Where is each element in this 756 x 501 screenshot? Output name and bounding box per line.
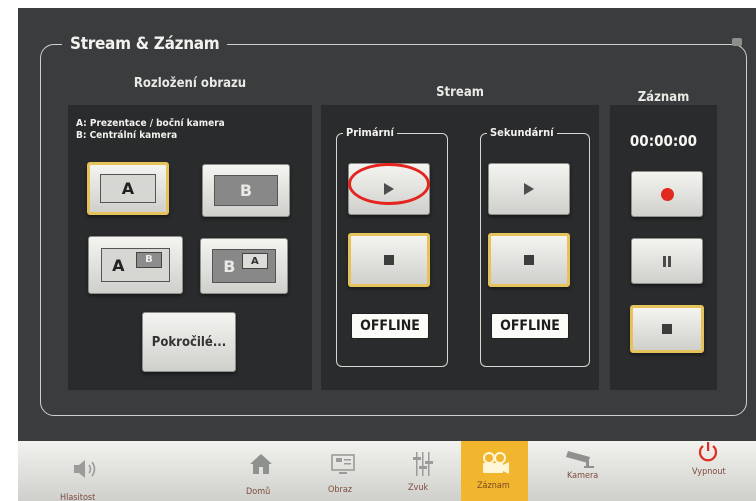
secondary-status-badge: OFFLINE xyxy=(491,313,569,339)
nav-record[interactable]: Záznam xyxy=(461,441,528,501)
bottom-nav: Hlasitost Domů Obraz Zvuk Záznam Kamera … xyxy=(18,441,756,501)
primary-status-badge: OFFLINE xyxy=(351,313,429,339)
nav-power[interactable]: Vypnout xyxy=(668,441,748,501)
highlight-circle xyxy=(348,163,430,205)
stop-icon xyxy=(662,324,672,334)
layout-b-preview: B xyxy=(214,174,278,207)
primary-stream-label: Primární xyxy=(343,126,397,139)
nav-camera[interactable]: Kamera xyxy=(541,441,621,501)
legend-line-a: A: Prezentace / boční kamera xyxy=(76,118,225,129)
nav-image-label: Obraz xyxy=(328,485,353,495)
stop-icon xyxy=(384,255,394,265)
screen-icon xyxy=(331,454,355,474)
layout-a-pip-preview: A B xyxy=(101,247,170,283)
nav-camera-label: Kamera xyxy=(567,471,599,481)
home-icon xyxy=(250,454,272,474)
layout-a-with-b-pip-button[interactable]: A B xyxy=(88,236,183,294)
nav-image[interactable]: Obraz xyxy=(308,441,378,501)
security-camera-icon xyxy=(566,451,594,468)
stop-icon xyxy=(524,255,534,265)
record-icon xyxy=(660,187,674,201)
layout-b-button[interactable]: B xyxy=(202,164,290,217)
nav-volume-label: Hlasitost xyxy=(60,493,96,501)
lock-icon[interactable] xyxy=(732,38,742,46)
layout-a-preview: A xyxy=(99,173,157,204)
speaker-icon xyxy=(74,460,96,478)
advanced-button[interactable]: Pokročilé... xyxy=(142,312,236,372)
layout-b-with-a-pip-button[interactable]: B A xyxy=(200,238,288,294)
record-timer: 00:00:00 xyxy=(629,132,698,150)
pip-b-box: B xyxy=(135,251,162,268)
secondary-stream-label: Sekundární xyxy=(487,126,557,139)
layout-b-label: B xyxy=(239,180,253,200)
secondary-stop-button[interactable] xyxy=(488,233,570,287)
pip-a-box: A xyxy=(241,253,268,270)
play-icon xyxy=(524,183,534,195)
nav-home[interactable]: Domů xyxy=(226,441,296,501)
record-button[interactable] xyxy=(631,171,703,217)
nav-sound-label: Zvuk xyxy=(408,483,429,493)
secondary-play-button[interactable] xyxy=(488,163,570,215)
nav-sound[interactable]: Zvuk xyxy=(388,441,458,501)
pause-button[interactable] xyxy=(631,238,703,284)
layout-legend: A: Prezentace / boční kamera B: Centráln… xyxy=(76,118,225,142)
nav-volume[interactable]: Hlasitost xyxy=(46,441,126,501)
legend-line-b: B: Centrální kamera xyxy=(76,130,178,141)
layout-a-button[interactable]: A xyxy=(87,162,169,215)
record-stop-button[interactable] xyxy=(630,305,704,353)
stream-panel-title: Stream xyxy=(436,85,484,100)
layout-b-pip-preview: B A xyxy=(212,249,276,283)
nav-home-label: Domů xyxy=(246,487,271,497)
record-panel-title: Záznam xyxy=(637,90,690,105)
power-icon xyxy=(698,442,718,462)
layout-a-label: A xyxy=(121,179,135,198)
mixer-sliders-icon xyxy=(413,452,433,476)
camcorder-icon xyxy=(482,452,509,474)
nav-record-label: Záznam xyxy=(477,481,510,491)
touch-panel-screen: Stream & Záznam Rozložení obrazu A: Prez… xyxy=(18,8,756,501)
nav-power-label: Vypnout xyxy=(692,467,726,477)
layout-main-label: B xyxy=(223,256,236,276)
pause-icon xyxy=(663,255,671,267)
layout-panel-title: Rozložení obrazu xyxy=(133,76,247,91)
page-title: Stream & Záznam xyxy=(62,34,228,54)
layout-main-label: A xyxy=(112,255,125,275)
primary-stop-button[interactable] xyxy=(348,233,430,287)
